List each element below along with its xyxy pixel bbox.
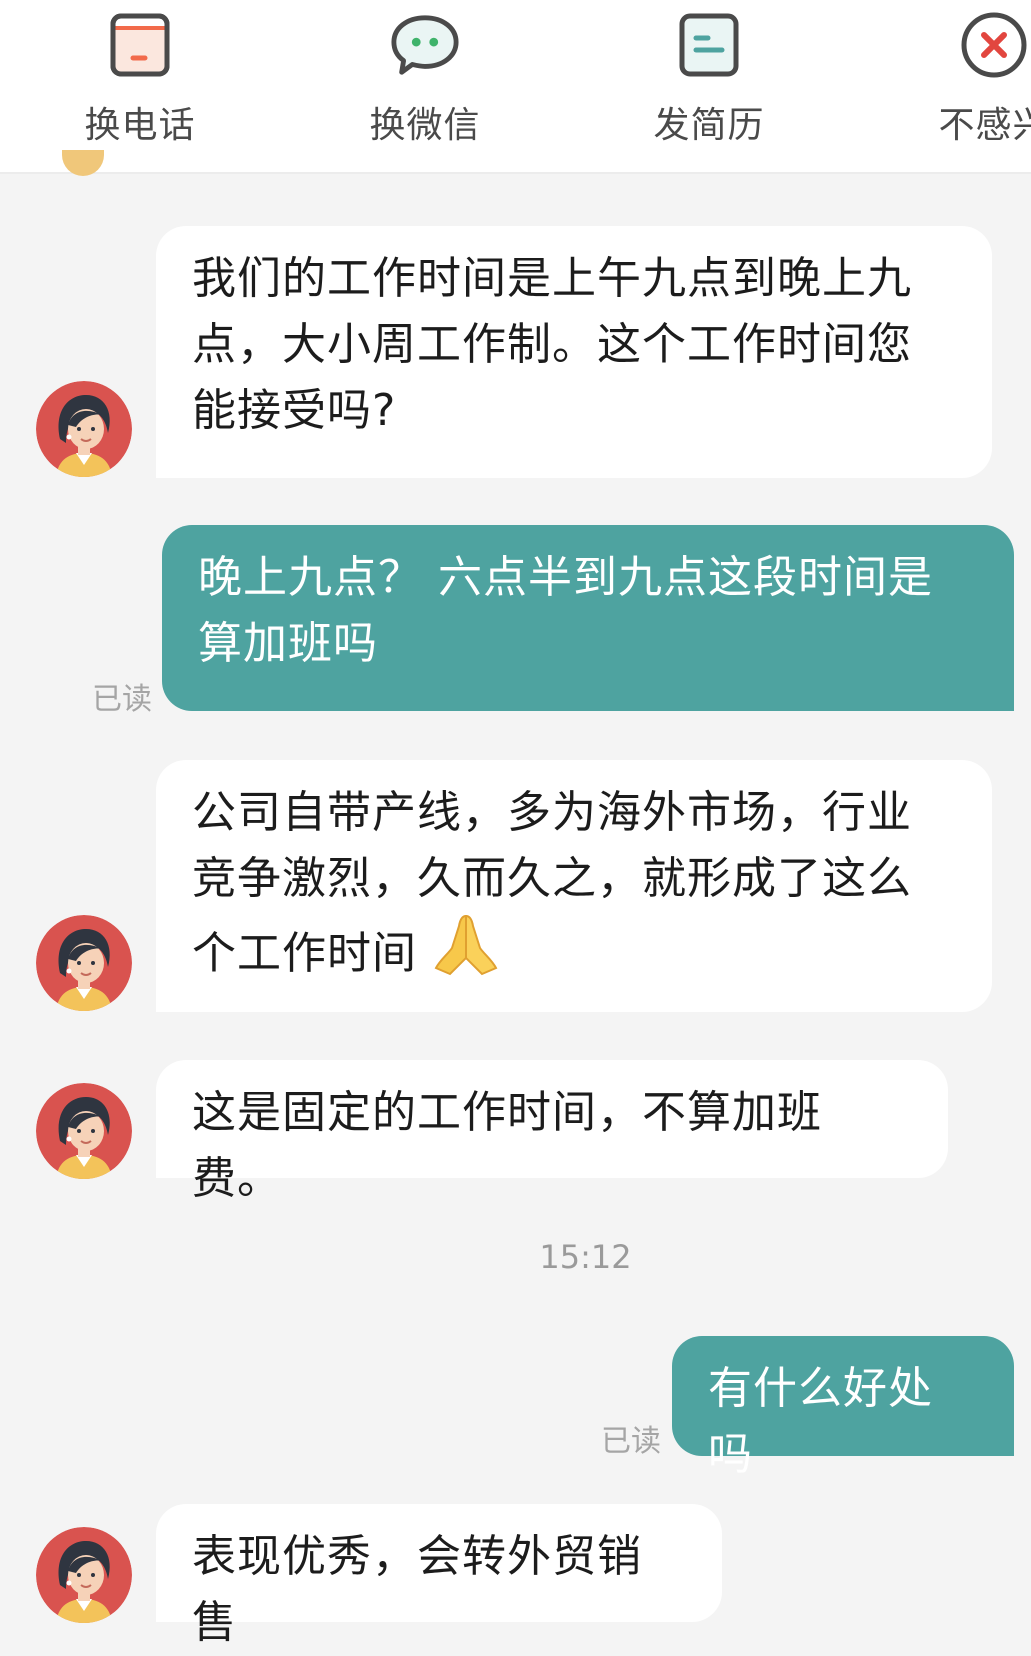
incoming-message-bubble[interactable]: 公司自带产线，多为海外市场，行业竞争激烈，久而久之，就形成了这么个工作时间 bbox=[156, 760, 992, 1012]
chat-timestamp: 15:12 bbox=[539, 1238, 632, 1276]
wechat-bubble-icon bbox=[390, 10, 460, 80]
message-text: 公司自带产线，多为海外市场，行业竞争激烈，久而久之，就形成了这么个工作时间 bbox=[192, 787, 912, 979]
message-text: 有什么好处吗 bbox=[708, 1363, 933, 1480]
phone-card-icon bbox=[105, 10, 175, 80]
exchange-wechat-label: 换微信 bbox=[369, 105, 481, 146]
message-text: 晚上九点？ 六点半到九点这段时间是算加班吗 bbox=[198, 552, 933, 669]
outgoing-message-bubble[interactable]: 晚上九点？ 六点半到九点这段时间是算加班吗 bbox=[162, 525, 1014, 711]
exchange-phone-label: 换电话 bbox=[84, 105, 196, 146]
read-status: 已读 bbox=[601, 1424, 661, 1459]
incoming-message-bubble[interactable]: 这是固定的工作时间，不算加班费。 bbox=[156, 1060, 948, 1204]
message-text: 表现优秀，会转外贸销售 bbox=[192, 1531, 642, 1648]
incoming-message-bubble[interactable]: 我们的工作时间是上午九点到晚上九点，大小周工作制。这个工作时间您能接受吗? bbox=[156, 226, 992, 478]
recruiter-avatar[interactable] bbox=[36, 1083, 132, 1179]
recruiter-avatar[interactable] bbox=[36, 381, 132, 477]
close-circle-icon bbox=[959, 10, 1029, 80]
read-status: 已读 bbox=[92, 682, 152, 717]
message-text: 我们的工作时间是上午九点到晚上九点，大小周工作制。这个工作时间您能接受吗? bbox=[192, 253, 912, 436]
send-resume-button[interactable]: 发简历 bbox=[609, 10, 809, 160]
not-interested-label: 不感兴 bbox=[938, 105, 1031, 146]
recruiter-avatar[interactable] bbox=[36, 1527, 132, 1623]
recruiter-avatar[interactable] bbox=[36, 915, 132, 1011]
send-resume-label: 发简历 bbox=[653, 105, 765, 146]
incoming-message-bubble[interactable]: 表现优秀，会转外贸销售 bbox=[156, 1504, 722, 1648]
exchange-wechat-button[interactable]: 换微信 bbox=[325, 10, 525, 160]
action-bar: 换电话 换微信 发简历 不感 bbox=[0, 0, 1031, 172]
folded-hands-icon bbox=[432, 912, 498, 995]
exchange-phone-button[interactable]: 换电话 bbox=[40, 10, 240, 160]
not-interested-button[interactable]: 不感兴 bbox=[894, 10, 1031, 160]
outgoing-message-bubble[interactable]: 有什么好处吗 bbox=[672, 1336, 1014, 1480]
message-text: 这是固定的工作时间，不算加班费。 bbox=[192, 1087, 822, 1204]
avatar-peek bbox=[62, 150, 104, 176]
resume-icon bbox=[674, 10, 744, 80]
